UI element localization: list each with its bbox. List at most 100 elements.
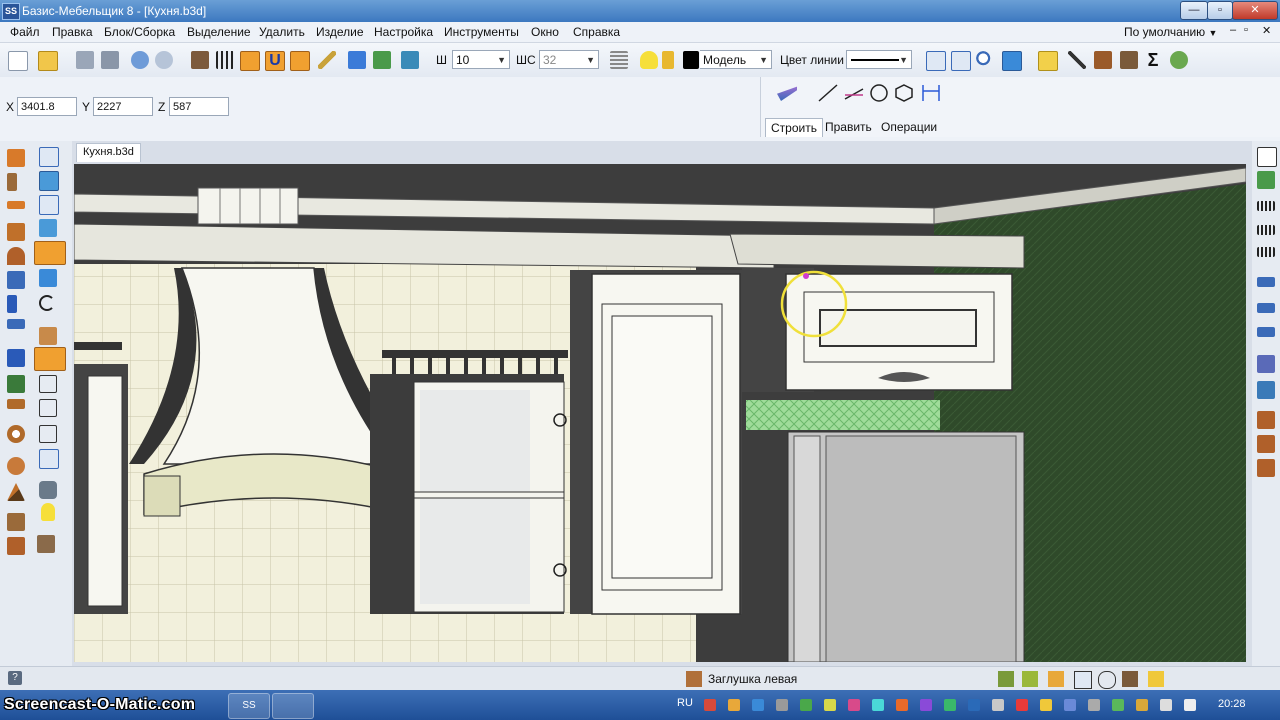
redo-icon[interactable]: [155, 51, 173, 69]
cube-blue-icon[interactable]: [39, 171, 59, 191]
pointer-tool-icon[interactable]: [777, 86, 797, 101]
layers-icon[interactable]: [610, 51, 628, 69]
mdi-restore-button[interactable]: ▫: [1244, 24, 1248, 36]
sphere-icon[interactable]: [7, 457, 25, 475]
box-tool-icon[interactable]: [39, 147, 59, 167]
tray-icon-10[interactable]: [920, 699, 932, 711]
refresh-icon[interactable]: [401, 51, 419, 69]
blue-panel-icon[interactable]: [7, 349, 25, 367]
tab-build[interactable]: Строить: [765, 118, 823, 137]
tray-icon-14[interactable]: [1016, 699, 1028, 711]
close-button[interactable]: ✕: [1232, 1, 1278, 20]
bent-panel-icon[interactable]: [7, 399, 25, 409]
panel-tool-icon[interactable]: [7, 149, 25, 167]
layer-combo[interactable]: Модель ▼: [700, 50, 772, 69]
document-tab[interactable]: Кухня.b3d: [76, 143, 141, 162]
tab-edit[interactable]: Править: [820, 118, 877, 136]
vertical-panel-icon[interactable]: [7, 173, 17, 191]
tray-icon-11[interactable]: [944, 699, 956, 711]
tray-icon-9[interactable]: [896, 699, 908, 711]
tray-icon-3[interactable]: [752, 699, 764, 711]
minimize-button[interactable]: —: [1180, 1, 1208, 20]
ortho-icon[interactable]: [1022, 671, 1038, 687]
view-grid-icon[interactable]: [1074, 671, 1092, 689]
grid-icon[interactable]: [216, 51, 234, 69]
edge-band-add-icon[interactable]: [1257, 225, 1275, 235]
circle-tool-icon[interactable]: [870, 84, 888, 102]
step-combo[interactable]: 32 ▼: [539, 50, 599, 69]
line-style-combo[interactable]: ▼: [846, 50, 912, 69]
polygon-tool-icon[interactable]: [895, 84, 913, 102]
active-box-tool-icon[interactable]: [34, 241, 66, 265]
menu-block-assembly[interactable]: Блок/Сборка: [104, 25, 175, 39]
menu-delete[interactable]: Удалить: [259, 25, 305, 39]
menu-edit[interactable]: Правка: [52, 25, 93, 39]
tag-icon[interactable]: [1148, 671, 1164, 687]
plugins-icon[interactable]: [1170, 51, 1188, 69]
assembly-status-icon[interactable]: [1122, 671, 1138, 687]
layer-color-swatch[interactable]: [683, 51, 699, 69]
restore-button[interactable]: ▫: [1207, 1, 1233, 20]
front-panel-icon[interactable]: [7, 223, 25, 241]
preset-dropdown[interactable]: По умолчанию ▼: [1124, 25, 1217, 39]
fitting-icon[interactable]: [7, 513, 25, 531]
extrude-icon[interactable]: [39, 269, 57, 287]
view-icon[interactable]: [1002, 51, 1022, 71]
texture-icon[interactable]: [39, 327, 57, 345]
wireframe-box-icon[interactable]: [39, 375, 57, 393]
mdi-close-button[interactable]: ✕: [1262, 24, 1271, 37]
ruler-icon[interactable]: [318, 51, 336, 69]
tray-icon-16[interactable]: [1064, 699, 1076, 711]
tray-icon-6[interactable]: [824, 699, 836, 711]
slot-icon[interactable]: [1257, 277, 1275, 287]
horizontal-panel-icon[interactable]: [7, 201, 25, 209]
arch-icon[interactable]: [7, 375, 25, 393]
cut-icon[interactable]: [1068, 51, 1086, 69]
active-orange-tool-icon[interactable]: [34, 347, 66, 371]
drawer-icon[interactable]: [7, 537, 25, 555]
measure-icon[interactable]: [348, 51, 366, 69]
zoom-extents-icon[interactable]: [926, 51, 946, 71]
save-icon[interactable]: [76, 51, 94, 69]
tray-icon-4[interactable]: [776, 699, 788, 711]
edge-band-remove-icon[interactable]: [1257, 247, 1275, 257]
curved-panel-icon[interactable]: [7, 247, 25, 265]
grid-snap-icon[interactable]: [1048, 671, 1064, 687]
camera-icon[interactable]: [39, 481, 57, 499]
box-outline-icon[interactable]: [39, 195, 59, 215]
groove-remove-icon[interactable]: [1257, 381, 1275, 399]
tray-icon-18[interactable]: [1112, 699, 1124, 711]
snap-points-icon[interactable]: [191, 51, 209, 69]
snap-line-icon[interactable]: [290, 51, 310, 71]
snap-mode-icon[interactable]: [998, 671, 1014, 687]
menu-tools[interactable]: Инструменты: [444, 25, 519, 39]
transform-icon[interactable]: [373, 51, 391, 69]
menu-settings[interactable]: Настройка: [374, 25, 433, 39]
export-icon[interactable]: [1257, 171, 1275, 189]
y-input[interactable]: 2227: [93, 97, 153, 116]
tray-icon-8[interactable]: [872, 699, 884, 711]
mdi-minimize-button[interactable]: –: [1230, 24, 1236, 36]
print-icon[interactable]: [101, 51, 119, 69]
horizontal-profile-icon[interactable]: [7, 319, 25, 329]
app-icon[interactable]: SS: [2, 3, 20, 20]
edge-band-icon[interactable]: [1257, 201, 1275, 211]
tray-icon-15[interactable]: [1040, 699, 1052, 711]
help-icon[interactable]: ?: [8, 671, 22, 685]
dimension-tool-icon[interactable]: [922, 85, 940, 101]
x-input[interactable]: 3401.8: [17, 97, 77, 116]
menu-selection[interactable]: Выделение: [187, 25, 251, 39]
z-input[interactable]: 587: [169, 97, 229, 116]
zoom-window-icon[interactable]: [951, 51, 971, 71]
panel-icon[interactable]: [1094, 51, 1112, 69]
undo-icon[interactable]: [131, 51, 149, 69]
new-file-icon[interactable]: [8, 51, 28, 71]
assembly-icon[interactable]: [37, 535, 55, 553]
zoom-icon[interactable]: [976, 51, 994, 69]
slot-add-icon[interactable]: [1257, 303, 1275, 313]
material-icon[interactable]: [1038, 51, 1058, 71]
tray-icon-2[interactable]: [728, 699, 740, 711]
menu-help[interactable]: Справка: [573, 25, 620, 39]
slot-remove-icon[interactable]: [1257, 327, 1275, 337]
tray-icon-1[interactable]: [704, 699, 716, 711]
